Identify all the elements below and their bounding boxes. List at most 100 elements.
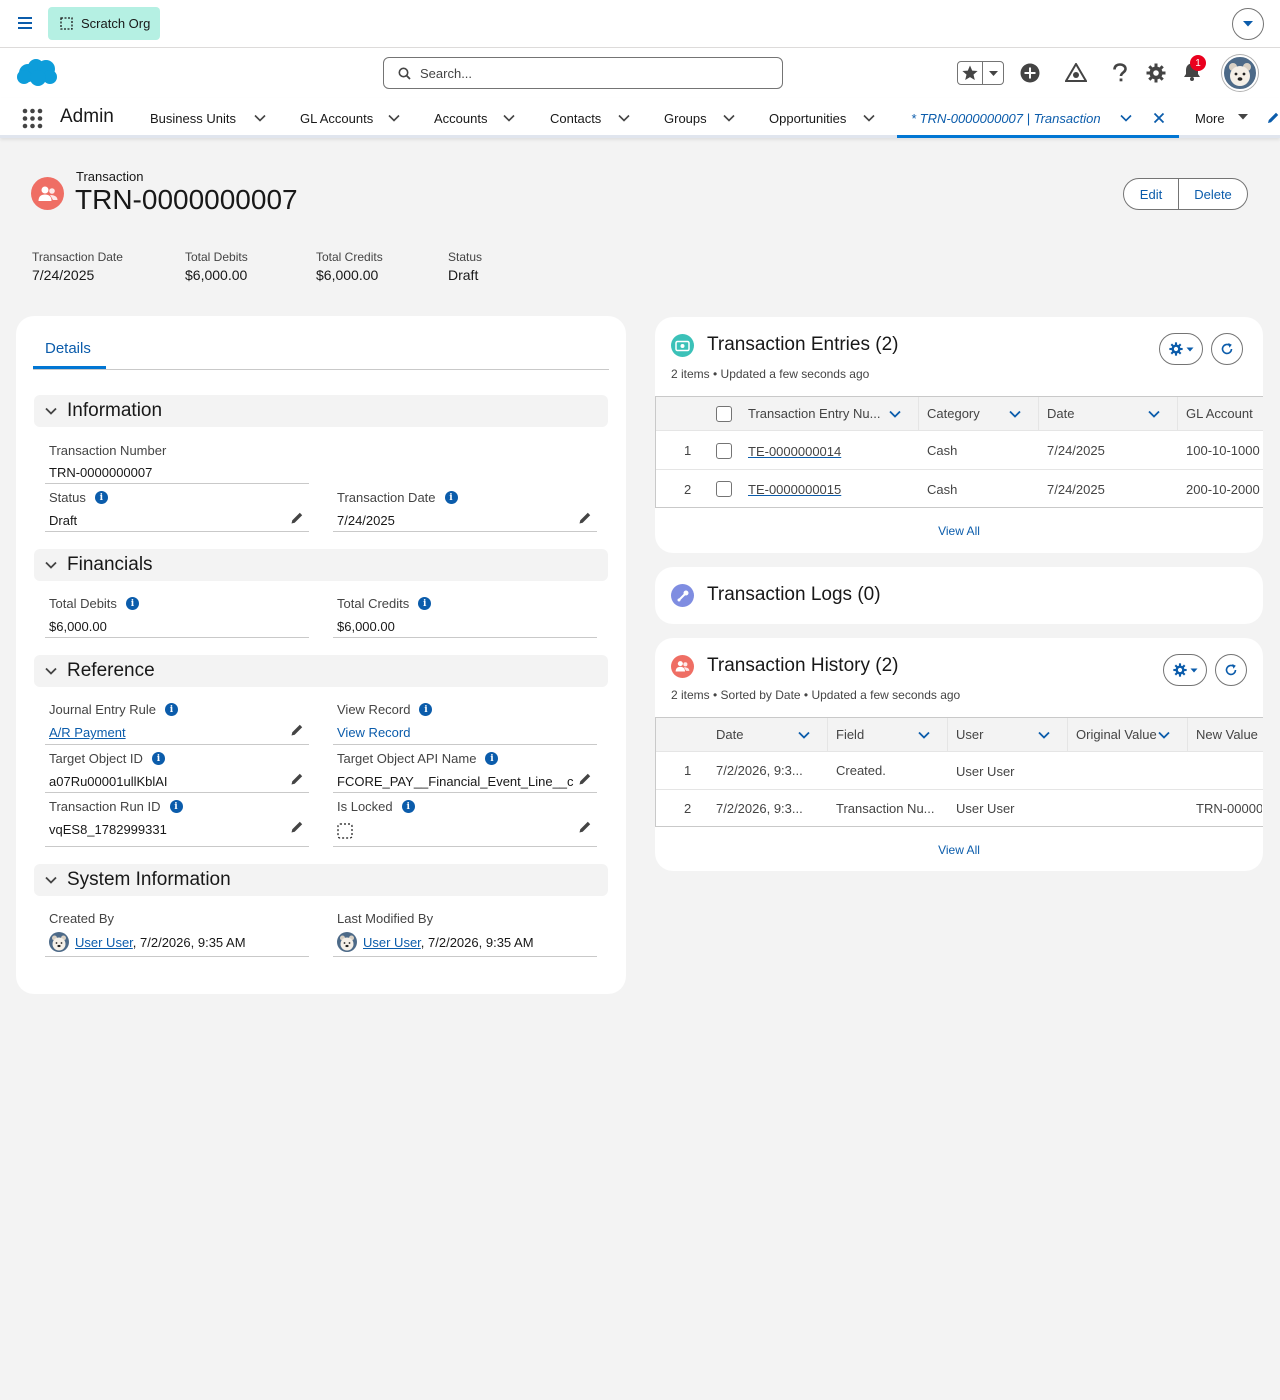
gl-account-link[interactable]: 200-10-2000 [1186,482,1262,497]
salesforce-logo-icon[interactable] [16,58,58,88]
history-card-title[interactable]: Transaction History (2) [707,655,898,677]
history-view-all-link[interactable]: View All [655,843,1263,857]
delete-button[interactable]: Delete [1178,178,1248,210]
column-menu-chevron-down-icon[interactable] [917,728,931,742]
column-header-new-value[interactable]: New Value [1196,727,1258,742]
active-tab-content[interactable]: * TRN-0000000007 | Transaction [911,98,1171,138]
user-link[interactable]: User User [956,764,1015,779]
history-object-icon [671,655,694,678]
org-menu-button[interactable] [1232,8,1264,40]
chevron-down-icon[interactable] [722,111,736,125]
nav-item-accounts[interactable]: Accounts [434,98,529,138]
edit-nav-pencil-icon[interactable] [1266,111,1280,125]
edit-pencil-icon[interactable] [290,772,304,786]
setup-gear-icon[interactable] [1146,63,1166,83]
column-menu-chevron-down-icon[interactable] [1147,407,1161,421]
section-system-information[interactable]: System Information [34,864,608,896]
close-icon[interactable] [1152,111,1166,125]
chevron-down-icon[interactable] [617,111,631,125]
column-header-field[interactable]: Field [836,727,864,742]
global-search-input[interactable]: Search... [383,57,783,89]
last-modified-by-user-link[interactable]: User User [363,935,421,950]
entries-view-all-link[interactable]: View All [655,524,1263,538]
select-all-checkbox[interactable] [716,406,732,422]
history-settings-button[interactable] [1163,654,1207,686]
trailhead-guidance-icon[interactable] [1065,63,1087,83]
logs-card-title[interactable]: Transaction Logs (0) [707,584,881,606]
row-number: 2 [684,482,692,497]
help-icon[interactable] [1111,63,1129,83]
info-icon[interactable]: i [94,491,108,504]
search-placeholder: Search... [420,65,473,81]
new-value-cell: TRN-00000 [1196,801,1262,816]
created-by-user-link[interactable]: User User [75,935,133,950]
nav-item-groups[interactable]: Groups [664,98,749,138]
column-header-date[interactable]: Date [1047,406,1074,421]
column-header-original-value[interactable]: Original Value [1076,727,1157,742]
history-refresh-button[interactable] [1215,654,1247,686]
info-icon[interactable]: i [419,703,433,716]
edit-button[interactable]: Edit [1123,178,1179,210]
entry-number-link[interactable]: TE-0000000014 [748,444,841,459]
field-value-target-object-api-name: FCORE_PAY__Financial_Event_Line__c [337,774,574,789]
scratch-org-badge[interactable]: Scratch Org [48,7,160,40]
chevron-down-icon[interactable] [253,111,267,125]
favorites-button[interactable] [957,61,1004,85]
user-link[interactable]: User User [956,801,1015,816]
chevron-down-icon[interactable] [387,111,401,125]
journal-entry-rule-link[interactable]: A/R Payment [49,725,126,740]
info-icon[interactable]: i [151,752,165,765]
info-icon[interactable]: i [418,597,432,610]
column-header-gl-account[interactable]: GL Account [1186,406,1253,421]
nav-item-gl-accounts[interactable]: GL Accounts [300,98,415,138]
info-icon[interactable]: i [125,597,139,610]
section-information[interactable]: Information [34,395,608,427]
app-launcher-icon[interactable] [22,108,43,129]
info-icon[interactable]: i [164,703,178,716]
menu-icon[interactable] [17,15,33,31]
chevron-down-icon[interactable] [862,111,876,125]
section-reference[interactable]: Reference [34,655,608,687]
entries-settings-button[interactable] [1159,333,1203,365]
entries-refresh-button[interactable] [1211,333,1243,365]
chevron-down-icon [1242,20,1254,28]
nav-more-menu[interactable]: More [1195,98,1255,138]
chevron-down-icon [1190,668,1198,673]
chevron-down-icon[interactable] [1119,111,1133,125]
info-icon[interactable]: i [169,800,183,813]
edit-pencil-icon[interactable] [578,772,592,786]
column-menu-chevron-down-icon[interactable] [1157,728,1171,742]
tab-details[interactable]: Details [45,340,91,357]
info-icon[interactable]: i [485,752,499,765]
entries-card-title[interactable]: Transaction Entries (2) [707,334,898,356]
global-actions-add-icon[interactable] [1020,63,1040,83]
nav-item-business-units[interactable]: Business Units [150,98,280,138]
chevron-down-icon[interactable] [502,111,516,125]
user-avatar[interactable] [1222,55,1258,91]
edit-pencil-icon[interactable] [578,511,592,525]
nav-item-opportunities[interactable]: Opportunities [769,98,881,138]
edit-pencil-icon[interactable] [290,820,304,834]
nav-item-contacts[interactable]: Contacts [550,98,645,138]
column-menu-chevron-down-icon[interactable] [888,407,902,421]
column-menu-chevron-down-icon[interactable] [1008,407,1022,421]
section-financials[interactable]: Financials [34,549,608,581]
row-checkbox[interactable] [716,481,732,497]
column-header-category[interactable]: Category [927,406,980,421]
column-header-date[interactable]: Date [716,727,743,742]
entry-number-link[interactable]: TE-0000000015 [748,482,841,497]
edit-pencil-icon[interactable] [290,511,304,525]
row-divider [656,469,1263,470]
gl-account-link[interactable]: 100-10-1000 [1186,443,1262,458]
edit-pencil-icon[interactable] [290,723,304,737]
edit-pencil-icon[interactable] [578,820,592,834]
column-menu-chevron-down-icon[interactable] [797,728,811,742]
column-header-user[interactable]: User [956,727,983,742]
row-checkbox[interactable] [716,443,732,459]
info-icon[interactable]: i [401,800,415,813]
highlight-label: Total Debits [185,250,248,264]
view-record-link[interactable]: View Record [337,725,410,740]
info-icon[interactable]: i [444,491,458,504]
column-header-entry-number[interactable]: Transaction Entry Nu... [748,406,880,421]
column-menu-chevron-down-icon[interactable] [1037,728,1051,742]
